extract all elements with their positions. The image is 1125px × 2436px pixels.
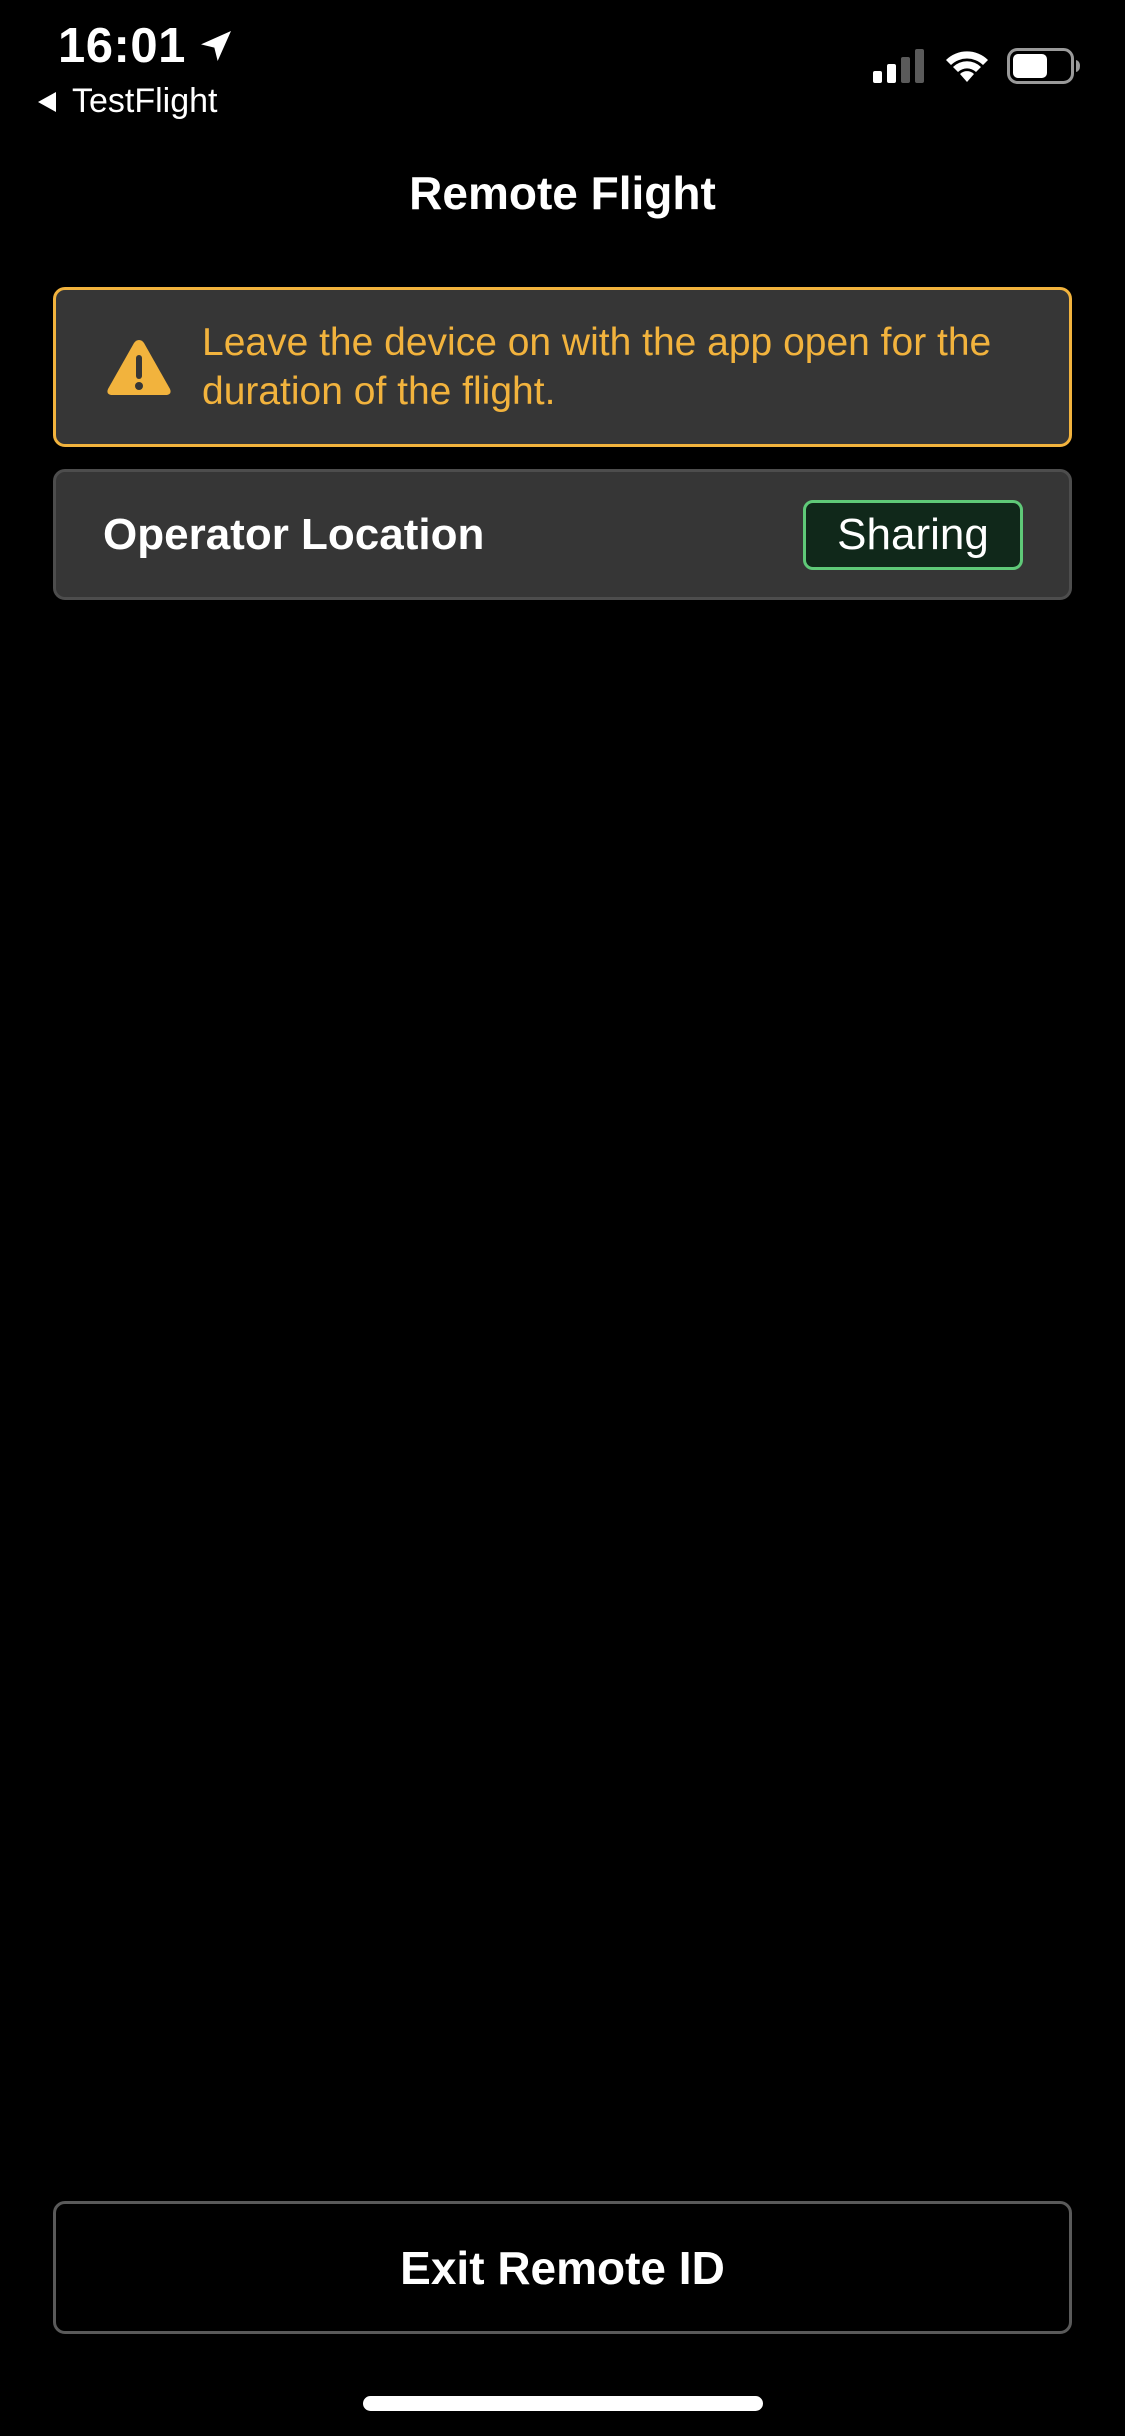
operator-location-label: Operator Location [103, 510, 485, 559]
status-time: 16:01 [58, 18, 236, 74]
warning-text: Leave the device on with the app open fo… [202, 321, 992, 413]
home-indicator[interactable] [363, 2396, 763, 2411]
operator-location-card: Operator Location Sharing [53, 469, 1072, 600]
wifi-icon [946, 51, 988, 82]
warning-triangle-icon [107, 340, 171, 395]
sharing-status-badge: Sharing [803, 500, 1023, 570]
status-bar: 16:01 TestFlight [0, 0, 1125, 140]
page-title: Remote Flight [409, 167, 716, 219]
back-app-label: TestFlight [72, 82, 218, 120]
cellular-signal-icon [873, 49, 924, 83]
remote-flight-screen: 16:01 TestFlight Remote Flight Leave the… [0, 0, 1125, 2436]
status-time-text: 16:01 [58, 19, 186, 73]
location-arrow-icon [200, 31, 231, 61]
exit-remote-id-button[interactable]: Exit Remote ID [53, 2201, 1072, 2334]
back-triangle-icon [38, 91, 56, 112]
warning-banner: Leave the device on with the app open fo… [53, 287, 1072, 447]
battery-icon [1007, 48, 1080, 84]
back-to-app-link[interactable]: TestFlight [36, 82, 218, 121]
status-icons [857, 48, 1081, 84]
